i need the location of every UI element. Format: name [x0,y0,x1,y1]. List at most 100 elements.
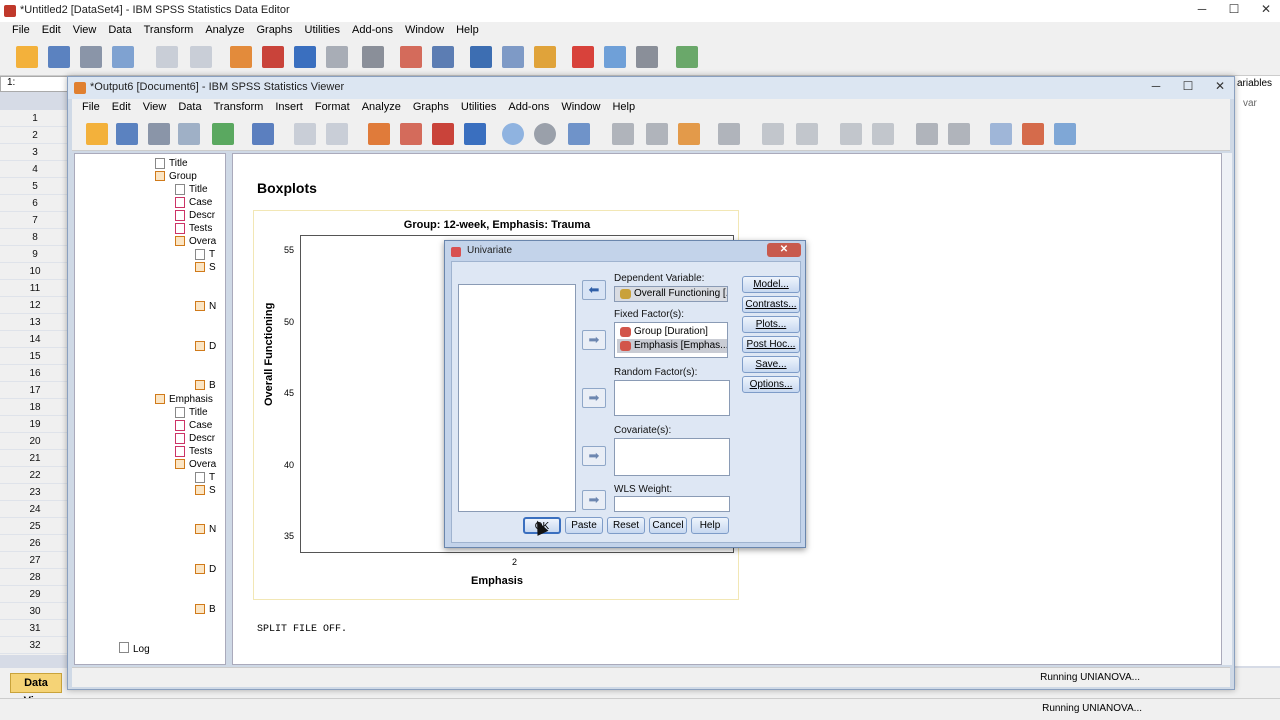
row-number[interactable]: 30 [0,603,70,620]
menu-window[interactable]: Window [399,22,450,40]
wls-weight-field[interactable] [614,496,730,512]
use-sets-icon[interactable] [502,123,524,145]
row-number[interactable]: 16 [0,365,70,382]
outline-item[interactable]: Descr [189,433,215,444]
outline-item[interactable]: B [209,604,216,615]
save-icon[interactable] [116,123,138,145]
minimize-icon[interactable]: ─ [1146,79,1166,93]
hide-icon[interactable] [948,123,970,145]
cancel-button[interactable]: Cancel [649,517,687,534]
maximize-icon[interactable]: ☐ [1178,79,1198,93]
row-number[interactable]: 23 [0,484,70,501]
outline-item[interactable]: Title [169,158,188,169]
variable-list[interactable] [458,284,576,512]
pivot-icon[interactable] [1022,123,1044,145]
outline-item[interactable]: Case [189,197,212,208]
row-number[interactable]: 24 [0,501,70,518]
fixed-factor-item[interactable]: Emphasis [Emphas... [617,339,727,353]
row-number[interactable]: 9 [0,246,70,263]
demote-icon[interactable] [796,123,818,145]
move-to-covariate-button[interactable]: ➡ [582,446,606,466]
goto-variable-icon[interactable] [432,123,454,145]
show-icon[interactable] [916,123,938,145]
create-text-icon[interactable] [678,123,700,145]
insert-variable-icon[interactable] [432,46,454,68]
spell-check-icon[interactable] [676,46,698,68]
show-all-variables-icon[interactable] [534,123,556,145]
value-labels-icon[interactable] [572,46,594,68]
close-button[interactable]: ✕ [767,243,801,257]
row-number[interactable]: 31 [0,620,70,637]
select-last-output-icon[interactable] [612,123,634,145]
row-number[interactable]: 27 [0,552,70,569]
select-cases-icon[interactable] [534,46,556,68]
outline-item[interactable]: N [209,301,216,312]
variables-icon[interactable] [294,46,316,68]
weight-cases-icon[interactable] [502,46,524,68]
split-file-icon[interactable] [470,46,492,68]
goto-case-icon[interactable] [400,123,422,145]
row-number[interactable]: 10 [0,263,70,280]
fixed-factors-field[interactable]: Group [Duration] Emphasis [Emphas... [614,322,728,358]
export-icon[interactable] [212,123,234,145]
create-title-icon[interactable] [646,123,668,145]
post-hoc-button[interactable]: Post Hoc... [742,336,800,353]
row-number[interactable]: 1 [0,110,70,127]
model-button[interactable]: Model... [742,276,800,293]
move-to-random-button[interactable]: ➡ [582,388,606,408]
outline-item[interactable]: Title [189,407,208,418]
menu-analyze[interactable]: Analyze [356,99,407,117]
maximize-icon[interactable]: ☐ [1224,2,1244,16]
close-icon[interactable]: ✕ [1256,2,1276,16]
print-preview-icon[interactable] [178,123,200,145]
open-icon[interactable] [86,123,108,145]
menu-view[interactable]: View [67,22,103,40]
reset-button[interactable]: Reset [607,517,645,534]
goto-case-icon[interactable] [230,46,252,68]
covariates-field[interactable] [614,438,730,476]
row-number[interactable]: 15 [0,348,70,365]
outline-item[interactable]: Emphasis [169,394,213,405]
row-number[interactable]: 29 [0,586,70,603]
menu-help[interactable]: Help [450,22,485,40]
designate-window-icon[interactable] [568,123,590,145]
menu-edit[interactable]: Edit [106,99,137,117]
menu-insert[interactable]: Insert [269,99,309,117]
row-number[interactable]: 8 [0,229,70,246]
insert-cases-icon[interactable] [400,46,422,68]
goto-variable-icon[interactable] [262,46,284,68]
row-number[interactable]: 18 [0,399,70,416]
menu-utilities[interactable]: Utilities [299,22,346,40]
insert-heading-icon[interactable] [718,123,740,145]
print-icon[interactable] [148,123,170,145]
row-number[interactable]: 3 [0,144,70,161]
menu-addons[interactable]: Add-ons [346,22,399,40]
outline-item[interactable]: Tests [189,446,212,457]
dialog-recall-icon[interactable] [112,46,134,68]
print-icon[interactable] [80,46,102,68]
row-number[interactable]: 11 [0,280,70,297]
row-number[interactable]: 12 [0,297,70,314]
outline-item[interactable]: Title [189,184,208,195]
row-number[interactable]: 4 [0,161,70,178]
row-number[interactable]: 26 [0,535,70,552]
options-button[interactable]: Options... [742,376,800,393]
menu-format[interactable]: Format [309,99,356,117]
outline-item[interactable]: B [209,380,216,391]
binoculars-icon[interactable] [362,46,384,68]
outline-item[interactable]: D [209,341,216,352]
find-icon[interactable] [326,46,348,68]
outline-item[interactable]: Overa [189,236,216,247]
row-number[interactable]: 25 [0,518,70,535]
save-button[interactable]: Save... [742,356,800,373]
paste-button[interactable]: Paste [565,517,603,534]
dialog-recall-icon[interactable] [252,123,274,145]
fit-icon[interactable] [1054,123,1076,145]
help-button[interactable]: Help [691,517,729,534]
row-number[interactable]: 22 [0,467,70,484]
menu-help[interactable]: Help [606,99,641,117]
row-number[interactable]: 5 [0,178,70,195]
outline-item[interactable]: T [209,249,215,260]
menu-analyze[interactable]: Analyze [199,22,250,40]
move-to-fixed-button[interactable]: ➡ [582,330,606,350]
